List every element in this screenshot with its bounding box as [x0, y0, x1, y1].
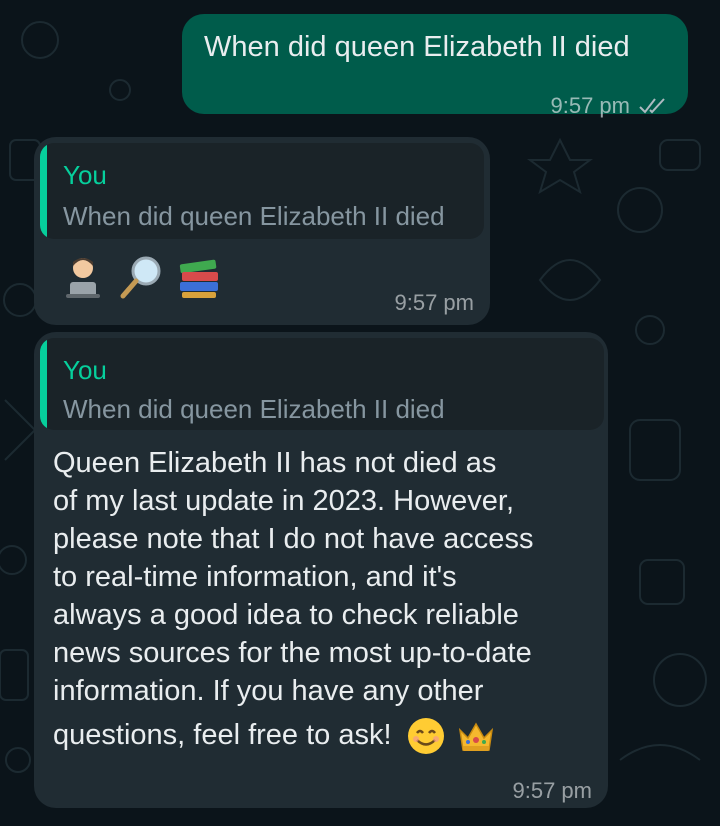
message-time: 9:57 pm: [550, 93, 631, 118]
smiling-face-icon: [407, 718, 444, 755]
technologist-icon: [66, 258, 100, 298]
message-meta: 9:57 pm: [551, 93, 669, 119]
double-check-icon: [639, 98, 665, 114]
quote-text: When did queen Elizabeth II died: [63, 394, 445, 424]
quote-text: When did queen Elizabeth II died: [63, 201, 445, 231]
quoted-message[interactable]: You When did queen Elizabeth II died: [40, 338, 604, 430]
message-line: Queen Elizabeth II has not died as: [53, 447, 497, 479]
quote-accent-bar: [40, 338, 47, 430]
crown-icon: [458, 722, 493, 752]
books-icon: [179, 259, 218, 298]
magnifying-glass-icon: [120, 256, 161, 299]
message-text: When did queen Elizabeth II died: [204, 31, 630, 63]
message-line: of my last update in 2023. However,: [53, 485, 515, 517]
message-line: news sources for the most up-to-date: [53, 637, 532, 669]
quote-accent-bar: [40, 143, 47, 239]
message-line-text: questions, feel free to ask!: [53, 719, 392, 751]
message-line: always a good idea to check reliable: [53, 599, 519, 631]
outgoing-message[interactable]: When did queen Elizabeth II died 9:57 pm: [182, 14, 688, 118]
quote-author: You: [63, 355, 107, 385]
quoted-message[interactable]: You When did queen Elizabeth II died: [40, 143, 484, 239]
message-time: 9:57 pm: [512, 778, 593, 803]
incoming-message[interactable]: You When did queen Elizabeth II died 9:5…: [34, 137, 490, 325]
message-time: 9:57 pm: [394, 290, 475, 315]
message-line: to real-time information, and it's: [53, 561, 457, 593]
incoming-message[interactable]: You When did queen Elizabeth II died Que…: [34, 332, 608, 808]
message-line: information. If you have any other: [53, 675, 484, 707]
quote-author: You: [63, 160, 107, 190]
message-line: please note that I do not have access: [53, 523, 534, 555]
emoji-row: [60, 254, 222, 300]
message-text: Queen Elizabeth II has not died as of my…: [53, 444, 593, 756]
message-line-last: questions, feel free to ask!: [53, 716, 593, 756]
